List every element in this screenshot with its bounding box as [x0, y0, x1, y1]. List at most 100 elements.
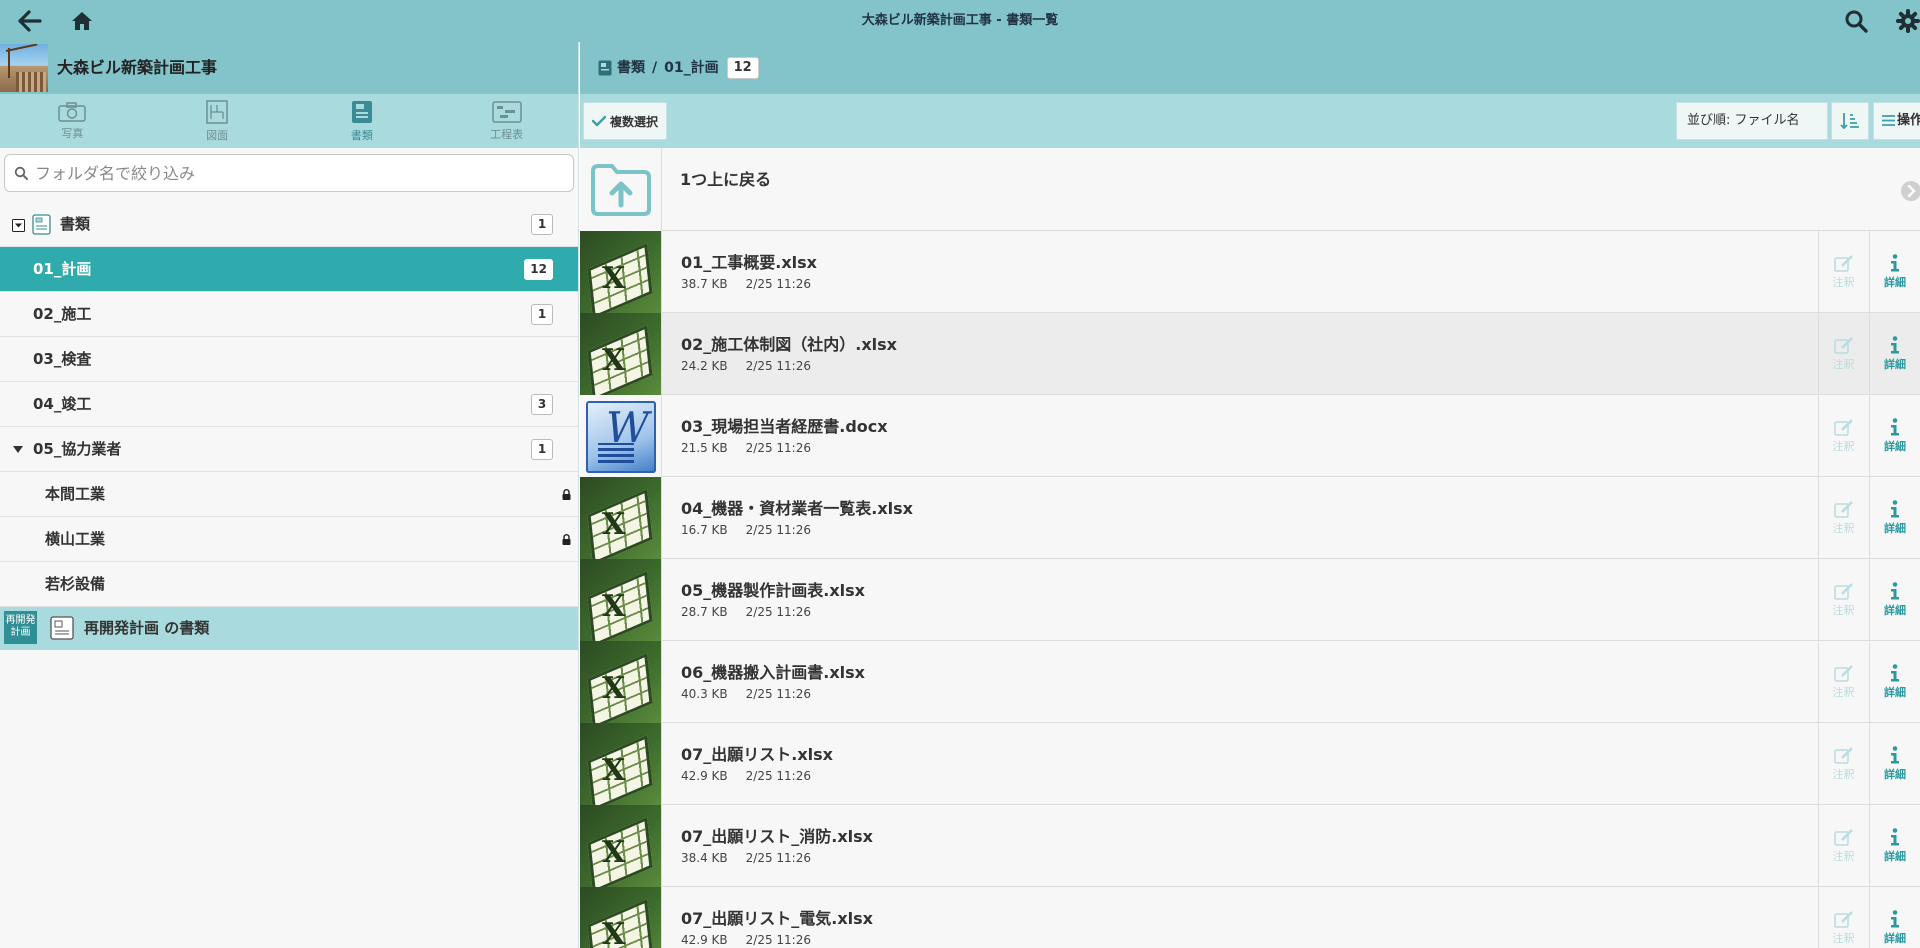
tab-label: 工程表	[490, 127, 524, 141]
tree-root-documents[interactable]: 書類 1	[0, 202, 578, 247]
annotate-button[interactable]: 注釈	[1818, 641, 1868, 723]
sort-ascending-icon	[1840, 113, 1859, 130]
detail-button[interactable]: 詳細	[1869, 723, 1920, 805]
sort-direction-button[interactable]	[1831, 102, 1869, 140]
folder-item-02-construction[interactable]: 02_施工 1	[0, 292, 578, 337]
sort-order-select[interactable]: 並び順: ファイル名	[1676, 102, 1828, 140]
search-icon	[14, 166, 28, 180]
gear-icon[interactable]	[1886, 0, 1920, 42]
file-date: 2/25 11:26	[745, 441, 811, 455]
folder-label: 05_協力業者	[33, 440, 122, 458]
folder-count-badge: 1	[531, 214, 553, 235]
info-icon	[1891, 910, 1899, 928]
camera-icon	[58, 101, 87, 122]
other-project-documents[interactable]: 再開発計画 再開発計画 の書類	[0, 607, 578, 650]
file-row[interactable]: X 07_出願リスト_消防.xlsx 38.4 KB 2/25 11:26 注釈 …	[580, 805, 1920, 887]
file-meta: 40.3 KB 2/25 11:26	[681, 687, 811, 701]
annotate-label: 注釈	[1832, 521, 1855, 535]
excel-file-icon: X	[580, 887, 662, 948]
annotate-button[interactable]: 注釈	[1818, 231, 1868, 313]
detail-button[interactable]: 詳細	[1869, 313, 1920, 395]
file-row[interactable]: X 05_機器製作計画表.xlsx 28.7 KB 2/25 11:26 注釈 詳…	[580, 559, 1920, 641]
project-name: 大森ビル新築計画工事	[57, 58, 218, 77]
file-row[interactable]: X 04_機器・資材業者一覧表.xlsx 16.7 KB 2/25 11:26 注…	[580, 477, 1920, 559]
folder-item-04-completion[interactable]: 04_竣工 3	[0, 382, 578, 427]
file-row[interactable]: X 02_施工体制図（社内）.xlsx 24.2 KB 2/25 11:26 注釈…	[580, 313, 1920, 395]
excel-file-icon: X	[580, 805, 662, 887]
annotate-label: 注釈	[1832, 275, 1855, 289]
file-toolbar: 複数選択 並び順: ファイル名 操作	[580, 94, 1920, 148]
detail-button[interactable]: 詳細	[1869, 231, 1920, 313]
folder-label: 01_計画	[33, 260, 92, 278]
annotate-button[interactable]: 注釈	[1818, 805, 1868, 887]
subfolder-item-wakasugi[interactable]: 若杉設備	[0, 562, 578, 607]
file-size: 42.9 KB	[681, 933, 728, 947]
detail-button[interactable]: 詳細	[1869, 477, 1920, 559]
folder-filter-input[interactable]	[4, 154, 574, 192]
operations-button[interactable]: 操作	[1873, 102, 1920, 140]
tab-documents[interactable]: 書類	[290, 94, 435, 148]
file-row[interactable]: X 01_工事概要.xlsx 38.7 KB 2/25 11:26 注釈 詳細	[580, 231, 1920, 313]
annotate-button[interactable]: 注釈	[1818, 887, 1868, 948]
excel-file-icon: X	[580, 723, 662, 805]
info-icon	[1891, 664, 1899, 682]
detail-button[interactable]: 詳細	[1869, 805, 1920, 887]
search-icon[interactable]	[1834, 0, 1878, 42]
tab-drawings[interactable]: 図面	[145, 94, 290, 148]
folder-item-01-plan[interactable]: 01_計画 12	[0, 247, 578, 292]
chevron-right-icon[interactable]	[1900, 180, 1920, 202]
annotate-button[interactable]: 注釈	[1818, 395, 1868, 477]
detail-button[interactable]: 詳細	[1869, 395, 1920, 477]
annotate-button[interactable]: 注釈	[1818, 477, 1868, 559]
detail-button[interactable]: 詳細	[1869, 887, 1920, 948]
tab-schedule[interactable]: 工程表	[434, 94, 578, 148]
info-icon	[1891, 828, 1899, 846]
file-row[interactable]: X 06_機器搬入計画書.xlsx 40.3 KB 2/25 11:26 注釈 詳…	[580, 641, 1920, 723]
tree-root-label: 書類	[60, 215, 91, 233]
word-file-icon: W	[580, 395, 662, 477]
detail-label: 詳細	[1884, 522, 1906, 535]
edit-icon	[1833, 664, 1853, 682]
folder-count-badge: 1	[531, 439, 553, 460]
go-up-row[interactable]: 1つ上に戻る	[580, 148, 1920, 231]
breadcrumb-root[interactable]: 書類	[617, 42, 645, 94]
file-row[interactable]: W 03_現場担当者経歴書.docx 21.5 KB 2/25 11:26 注釈 …	[580, 395, 1920, 477]
collapse-toggle-icon[interactable]	[12, 219, 25, 232]
edit-icon	[1833, 418, 1853, 436]
operations-label: 操作	[1897, 113, 1920, 128]
annotate-button[interactable]: 注釈	[1818, 559, 1868, 641]
go-up-label: 1つ上に戻る	[680, 170, 772, 189]
file-date: 2/25 11:26	[745, 359, 811, 373]
folder-count-badge: 12	[524, 259, 553, 280]
subfolder-item-honma[interactable]: 本間工業	[0, 472, 578, 517]
detail-label: 詳細	[1884, 850, 1906, 863]
detail-button[interactable]: 詳細	[1869, 559, 1920, 641]
detail-button[interactable]: 詳細	[1869, 641, 1920, 723]
folder-item-03-inspection[interactable]: 03_検査	[0, 337, 578, 382]
file-count-badge: 12	[726, 57, 759, 79]
file-row[interactable]: X 07_出願リスト.xlsx 42.9 KB 2/25 11:26 注釈 詳細	[580, 723, 1920, 805]
detail-label: 詳細	[1884, 358, 1906, 371]
annotate-button[interactable]: 注釈	[1818, 313, 1868, 395]
info-icon	[1891, 582, 1899, 600]
folder-search	[4, 154, 574, 192]
annotate-button[interactable]: 注釈	[1818, 723, 1868, 805]
tab-photos[interactable]: 写真	[0, 94, 145, 148]
file-row[interactable]: X 07_出願リスト_電気.xlsx 42.9 KB 2/25 11:26 注釈 …	[580, 887, 1920, 948]
subfolder-item-yokoyama[interactable]: 横山工業	[0, 517, 578, 562]
file-date: 2/25 11:26	[745, 769, 811, 783]
info-icon	[1891, 746, 1899, 764]
excel-file-icon: X	[580, 231, 662, 313]
folder-item-05-partners[interactable]: 05_協力業者 1	[0, 427, 578, 472]
go-up-cell	[580, 148, 662, 231]
file-size: 38.7 KB	[681, 277, 728, 291]
project-header: 大森ビル新築計画工事	[0, 42, 578, 94]
info-icon	[1891, 336, 1899, 354]
multi-select-button[interactable]: 複数選択	[583, 102, 667, 140]
left-panel: 大森ビル新築計画工事 写真 図面 書類 工程表 書類 1	[0, 42, 579, 948]
expand-caret-icon[interactable]	[13, 446, 23, 454]
detail-label: 詳細	[1884, 276, 1906, 289]
document-folder-icon	[50, 616, 74, 640]
folder-label: 03_検査	[33, 350, 92, 368]
other-project-thumbnail: 再開発計画	[4, 611, 37, 644]
